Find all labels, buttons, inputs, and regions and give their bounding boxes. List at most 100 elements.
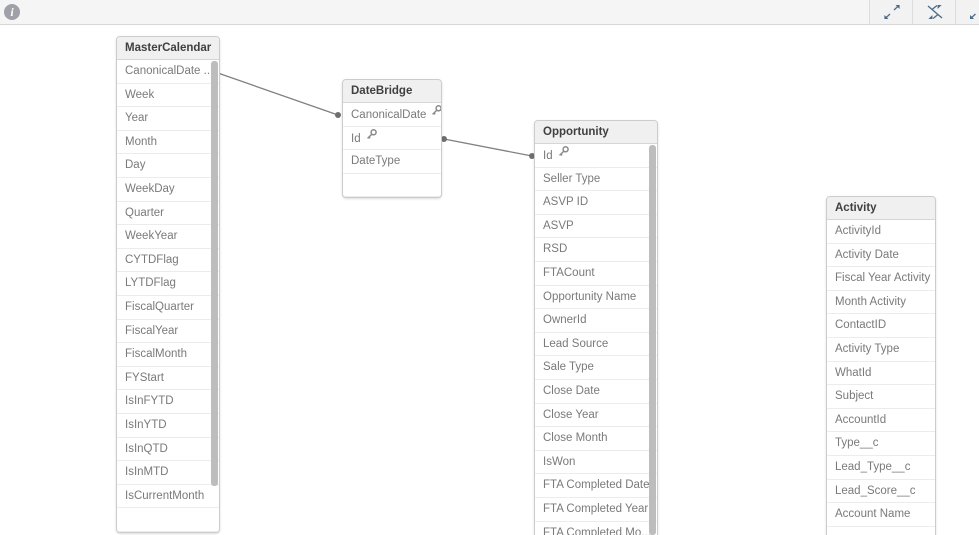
field-label: Lead_Type__c xyxy=(835,460,911,473)
expand-all-button[interactable] xyxy=(869,0,913,24)
field-row[interactable]: OwnerId xyxy=(535,309,657,333)
field-row-empty[interactable] xyxy=(343,174,441,198)
expand-arrows-icon xyxy=(884,5,900,19)
field-label: Month Activity xyxy=(835,295,906,308)
table-title: Activity xyxy=(827,197,935,220)
table-opportunity[interactable]: Opportunity Id Seller Type ASVP ID ASVP RSD FT… xyxy=(534,120,658,535)
field-row[interactable]: Close Month xyxy=(535,427,657,451)
field-row[interactable]: Lead Source xyxy=(535,333,657,357)
field-row[interactable]: Fiscal Year Activity xyxy=(827,267,935,291)
field-row[interactable]: Close Year xyxy=(535,404,657,428)
field-label: Id xyxy=(543,149,553,162)
field-label: IsInMTD xyxy=(125,466,169,479)
field-label: DateType xyxy=(351,155,401,168)
field-row[interactable]: Lead_Score__c xyxy=(827,480,935,504)
field-label: AccountId xyxy=(835,413,887,426)
table-datebridge[interactable]: DateBridge CanonicalDate Id DateType xyxy=(342,79,442,199)
field-row[interactable]: IsInFYTD xyxy=(117,390,219,414)
collapse-all-button[interactable] xyxy=(912,0,956,24)
field-row[interactable]: FiscalMonth xyxy=(117,343,219,367)
field-label: Close Month xyxy=(543,432,608,445)
field-row[interactable]: ASVP ID xyxy=(535,191,657,215)
field-label: Week xyxy=(125,88,155,101)
field-label: Id xyxy=(351,132,361,145)
field-row[interactable]: FTA Completed Year xyxy=(535,498,657,522)
field-label: Close Year xyxy=(543,408,599,421)
field-label: ActivityId xyxy=(835,225,882,237)
key-icon xyxy=(558,144,569,167)
field-row[interactable]: CanonicalDate ... xyxy=(117,60,219,84)
field-label: CanonicalDate xyxy=(351,108,427,121)
field-row[interactable]: IsWon xyxy=(535,451,657,475)
field-row[interactable]: ActivityId xyxy=(827,220,935,244)
field-row[interactable]: FYStart xyxy=(117,367,219,391)
field-row[interactable]: Id xyxy=(343,127,441,151)
field-row[interactable]: DateType xyxy=(343,150,441,174)
field-label: Seller Type xyxy=(543,172,601,185)
field-label: Lead Source xyxy=(543,337,609,350)
field-label: Year xyxy=(125,112,149,125)
field-row[interactable]: Activity Date xyxy=(827,244,935,268)
field-row[interactable]: Sale Type xyxy=(535,356,657,380)
field-row[interactable]: ContactID xyxy=(827,314,935,338)
field-row[interactable]: WhatId xyxy=(827,362,935,386)
data-model-canvas[interactable]: MasterCalendar CanonicalDate ... Week Year M… xyxy=(0,25,979,535)
field-label: Day xyxy=(125,159,146,172)
field-label: IsInQTD xyxy=(125,442,168,455)
collapse-arrows-icon xyxy=(927,4,943,20)
field-row[interactable]: Opportunity Name xyxy=(535,286,657,310)
vertical-scrollbar[interactable] xyxy=(649,145,656,535)
field-row[interactable]: Quarter xyxy=(117,202,219,226)
field-row[interactable]: AccountId xyxy=(827,409,935,433)
field-row[interactable]: FTACount xyxy=(535,262,657,286)
field-row[interactable]: FiscalQuarter xyxy=(117,296,219,320)
field-row[interactable]: Account Name xyxy=(827,503,935,527)
table-activity[interactable]: Activity ActivityId Activity Date Fiscal Ye… xyxy=(826,196,936,535)
field-row[interactable]: FTA Completed Date xyxy=(535,474,657,498)
field-row[interactable]: FTA Completed Mo... xyxy=(535,522,657,535)
field-label: Type__c xyxy=(835,437,879,450)
field-row[interactable]: IsCurrentMonth xyxy=(117,485,219,509)
table-title: Opportunity xyxy=(535,121,657,144)
field-label: Lead_Score__c xyxy=(835,484,916,497)
field-row[interactable]: Type__c xyxy=(827,432,935,456)
field-row[interactable]: IsInQTD xyxy=(117,438,219,462)
field-label: Activity Type xyxy=(835,342,900,355)
field-row[interactable]: FiscalYear xyxy=(117,320,219,344)
field-row-empty[interactable] xyxy=(117,508,219,532)
field-row[interactable]: WeekDay xyxy=(117,178,219,202)
field-row[interactable]: IsInYTD xyxy=(117,414,219,438)
field-row-empty[interactable] xyxy=(827,527,935,535)
field-row[interactable]: Month Activity xyxy=(827,291,935,315)
field-label: IsInYTD xyxy=(125,418,167,431)
field-row[interactable]: ASVP xyxy=(535,215,657,239)
field-row[interactable]: Seller Type xyxy=(535,168,657,192)
field-label: OwnerId xyxy=(543,314,587,327)
field-row[interactable]: Lead_Type__c xyxy=(827,456,935,480)
field-label: Account Name xyxy=(835,508,911,521)
field-row[interactable]: RSD xyxy=(535,238,657,262)
field-row[interactable]: IsInMTD xyxy=(117,461,219,485)
field-label: WeekDay xyxy=(125,182,175,195)
field-row[interactable]: Activity Type xyxy=(827,338,935,362)
field-row[interactable]: Id xyxy=(535,144,657,168)
field-label: Quarter xyxy=(125,206,164,219)
field-row[interactable]: Month xyxy=(117,131,219,155)
fit-window-button[interactable] xyxy=(955,0,979,24)
field-row[interactable]: WeekYear xyxy=(117,225,219,249)
field-row[interactable]: Week xyxy=(117,84,219,108)
key-icon xyxy=(431,103,441,126)
field-row[interactable]: LYTDFlag xyxy=(117,272,219,296)
field-row[interactable]: Close Date xyxy=(535,380,657,404)
link-mastercalendar-datebridge xyxy=(212,69,341,118)
field-label: Opportunity Name xyxy=(543,290,637,303)
info-icon[interactable]: i xyxy=(4,4,20,20)
field-label: FTA Completed Year xyxy=(543,502,649,515)
field-row[interactable]: Day xyxy=(117,154,219,178)
field-row[interactable]: Year xyxy=(117,107,219,131)
field-row[interactable]: Subject xyxy=(827,385,935,409)
vertical-scrollbar[interactable] xyxy=(211,61,218,486)
table-mastercalendar[interactable]: MasterCalendar CanonicalDate ... Week Year M… xyxy=(116,36,220,533)
field-row[interactable]: CanonicalDate xyxy=(343,103,441,127)
field-row[interactable]: CYTDFlag xyxy=(117,249,219,273)
